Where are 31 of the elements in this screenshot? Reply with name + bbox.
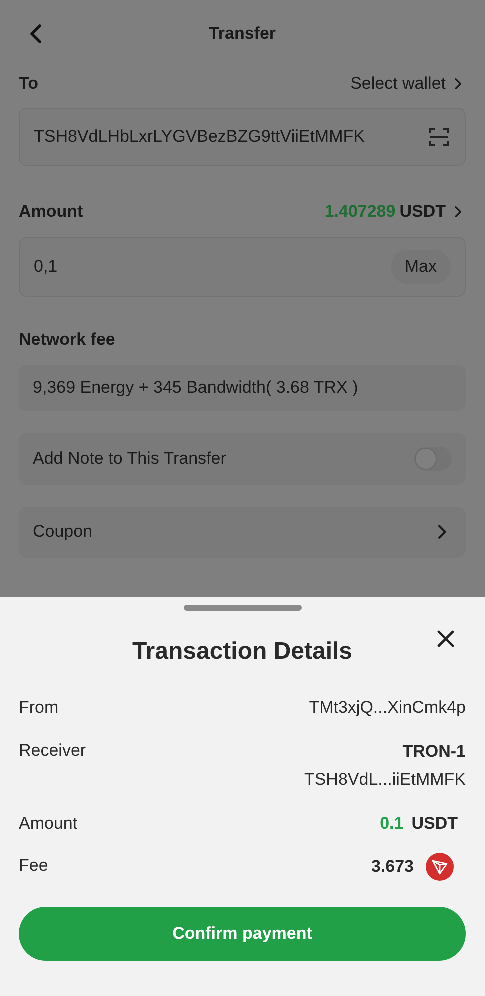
field-label: Amount <box>19 201 84 224</box>
amount-value: 0.1 <box>380 812 404 834</box>
amount-unit: USDT <box>412 812 458 834</box>
confirm-button[interactable]: Confirm payment <box>19 907 466 961</box>
address-field[interactable]: TSH8VdLHbLxrLYGVBezBZG9ttViiEtMMFK <box>19 108 466 166</box>
field-label: To <box>19 73 39 96</box>
section-label: Network fee <box>19 329 116 351</box>
detail-value: TSH8VdL...iiEtMMFK <box>304 768 466 790</box>
select-wallet-link[interactable]: Select wallet <box>350 71 466 97</box>
token-icon <box>426 853 454 881</box>
receiver-name: TRON-1 <box>402 740 466 762</box>
max-button[interactable]: Max <box>390 250 451 284</box>
detail-label: Amount <box>19 812 78 834</box>
balance-value: 1.407289 <box>324 201 396 224</box>
coupon-row[interactable]: Coupon <box>19 506 466 558</box>
scan-icon[interactable] <box>427 125 451 149</box>
note-label: Add Note to This Transfer <box>33 448 226 470</box>
fee-value: 3.673 <box>371 856 414 878</box>
amount-input-value: 0,1 <box>34 256 58 278</box>
network-fee-box: 9,369 Energy + 345 Bandwidth( 3.68 TRX ) <box>19 364 466 410</box>
drag-handle[interactable] <box>184 605 302 611</box>
amount-field[interactable]: 0,1 Max <box>19 237 466 297</box>
sheet-title: Transaction Details <box>132 637 353 667</box>
close-icon[interactable] <box>436 629 456 649</box>
address-value: TSH8VdLHbLxrLYGVBezBZG9ttViiEtMMFK <box>34 126 365 148</box>
balance-unit: USDT <box>400 201 446 224</box>
detail-label: From <box>19 697 59 719</box>
detail-value: TMt3xjQ...XinCmk4p <box>309 697 466 719</box>
detail-label: Fee <box>19 855 48 877</box>
detail-label: Receiver <box>19 740 86 762</box>
page-title: Transfer <box>208 23 276 46</box>
